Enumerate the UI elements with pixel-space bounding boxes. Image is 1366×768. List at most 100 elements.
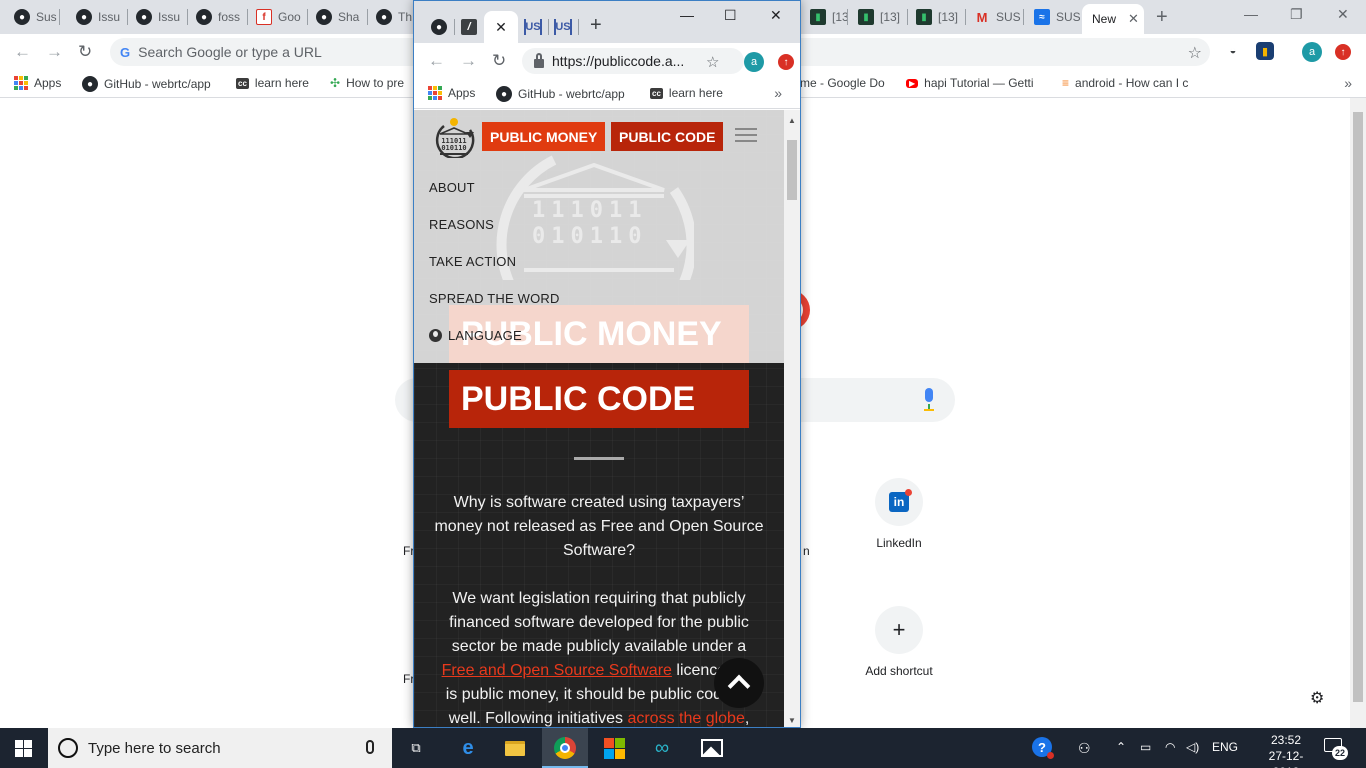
popup-close-window-button[interactable]: ✕: [770, 7, 782, 24]
public-code-button[interactable]: PUBLIC CODE: [611, 122, 724, 151]
popup-minimize-button[interactable]: —: [680, 7, 694, 23]
bg-tab[interactable]: ● Th: [366, 6, 412, 28]
scroll-to-top-button[interactable]: [714, 658, 764, 708]
edge-icon[interactable]: e: [456, 736, 480, 760]
profile-avatar[interactable]: a: [1302, 42, 1322, 62]
bookmark-learn-here[interactable]: cc learn here: [236, 76, 309, 90]
google-g-icon: G: [120, 44, 131, 60]
people-icon[interactable]: ⚇: [1078, 740, 1091, 757]
github-icon: ●: [82, 76, 98, 92]
popup-tab-active[interactable]: ✕: [484, 11, 518, 43]
apps-grid-icon: [428, 86, 442, 100]
bookmarks-overflow-button[interactable]: »: [1344, 75, 1352, 91]
action-center-icon[interactable]: 22: [1322, 736, 1348, 760]
across-the-globe-link[interactable]: across the globe: [627, 710, 744, 727]
bg-tab[interactable]: ● Sus: [4, 6, 60, 28]
close-icon[interactable]: ✕: [1128, 11, 1139, 27]
minimize-button[interactable]: —: [1244, 6, 1258, 22]
back-button[interactable]: ←: [14, 42, 31, 62]
scroll-up-arrow-icon[interactable]: ▲: [788, 116, 796, 125]
popup-maximize-button[interactable]: ☐: [724, 7, 737, 24]
popup-new-tab-button[interactable]: +: [590, 14, 602, 37]
sunglasses-extension-icon[interactable]: ◒: [1224, 42, 1242, 60]
apps-grid-icon: [14, 76, 28, 90]
task-view-icon[interactable]: ⧉: [404, 736, 428, 760]
start-button[interactable]: [15, 740, 32, 757]
wifi-icon[interactable]: ◠: [1165, 740, 1175, 754]
taskbar-mic-icon[interactable]: [366, 740, 374, 754]
bg-tab[interactable]: ● Sha: [306, 6, 368, 28]
hamburger-menu-icon[interactable]: [735, 128, 757, 142]
menu-item-spread-the-word[interactable]: SPREAD THE WORD: [429, 291, 560, 306]
close-tab-icon[interactable]: ✕: [495, 19, 507, 36]
bg-tab[interactable]: ▮[13]: [906, 6, 966, 28]
bg-tab[interactable]: ▮[13]: [800, 6, 848, 28]
taskbar-search-box[interactable]: Type here to search: [48, 728, 392, 768]
bookmark-star-icon[interactable]: ☆: [706, 53, 719, 71]
popup-bookmarks-overflow[interactable]: »: [774, 85, 782, 101]
bg-tab[interactable]: ≈ SUS: [1024, 6, 1080, 28]
scroll-down-arrow-icon[interactable]: ▼: [788, 716, 796, 725]
restore-button[interactable]: ❐: [1290, 6, 1303, 23]
bg-tab[interactable]: f Goo: [246, 6, 308, 28]
popup-profile-avatar[interactable]: a: [744, 52, 764, 72]
infinity-app-icon[interactable]: ∞: [650, 736, 674, 760]
popup-reload-button[interactable]: ↻: [492, 51, 506, 71]
bg-tab[interactable]: ● Issu: [66, 6, 128, 28]
menu-item-language[interactable]: LANGUAGE: [429, 328, 522, 343]
bookmark-android[interactable]: ≡ android - How can I c: [1062, 76, 1188, 90]
menu-item-take-action[interactable]: TAKE ACTION: [429, 254, 516, 269]
bookmark-google-docs[interactable]: me - Google Do: [800, 76, 885, 90]
public-money-button[interactable]: PUBLIC MONEY: [482, 122, 606, 151]
bg-tab-active[interactable]: New ✕: [1082, 4, 1144, 34]
bg-tab[interactable]: ● foss: [186, 6, 248, 28]
bookmark-apps[interactable]: Apps: [14, 76, 61, 90]
menu-item-about[interactable]: ABOUT: [429, 180, 475, 195]
tray-overflow-chevron-icon[interactable]: ⌃: [1116, 740, 1126, 754]
bg-scrollbar[interactable]: [1350, 98, 1366, 728]
volume-icon[interactable]: ◁): [1186, 740, 1199, 754]
popup-back-button[interactable]: ←: [428, 51, 445, 71]
bookmark-learn-here[interactable]: cc learn here: [650, 86, 723, 100]
help-tray-icon[interactable]: ?: [1032, 737, 1054, 759]
chrome-icon[interactable]: [553, 736, 577, 760]
taskbar-clock[interactable]: 23:52 27-12-2018: [1258, 732, 1314, 768]
bookmark-apps[interactable]: Apps: [428, 86, 475, 100]
office-tiles-icon[interactable]: [602, 736, 626, 760]
popup-toolbar: ← → ↻ https://publiccode.a... ☆ a ↑: [414, 43, 800, 79]
photos-icon[interactable]: [700, 736, 724, 760]
new-tab-button[interactable]: +: [1156, 6, 1168, 29]
shortcut-linkedin[interactable]: in LinkedIn: [854, 478, 944, 550]
bookmark-github[interactable]: ● GitHub - webrtc/app: [496, 86, 625, 102]
popup-tab-github[interactable]: ●: [428, 13, 450, 41]
battery-icon[interactable]: ▭: [1140, 740, 1151, 754]
popup-tab-us[interactable]: US: [552, 13, 574, 41]
bookmark-star-icon[interactable]: ☆: [1188, 43, 1202, 63]
add-shortcut-button[interactable]: + Add shortcut: [854, 606, 944, 678]
bookmark-how-to[interactable]: ✣ How to pre: [330, 76, 404, 90]
analytics-extension-icon[interactable]: ▮: [1256, 42, 1274, 60]
customize-gear-icon[interactable]: ⚙: [1310, 688, 1324, 708]
popup-tab-slash[interactable]: /: [458, 13, 480, 41]
page-viewport[interactable]: 111011 010110 111011 010110 PUBLIC MONEY…: [414, 110, 784, 727]
bg-tab[interactable]: M SUS: [964, 6, 1024, 28]
foss-link[interactable]: Free and Open Source Software: [442, 662, 672, 679]
bookmark-hapi[interactable]: ▶ hapi Tutorial — Getti: [906, 76, 1034, 90]
file-explorer-icon[interactable]: [503, 736, 527, 760]
menu-item-reasons[interactable]: REASONS: [429, 217, 494, 232]
bg-tab[interactable]: ▮[13]: [848, 6, 908, 28]
site-logo[interactable]: 111011 010110: [430, 116, 478, 158]
voice-search-icon[interactable]: [922, 388, 936, 412]
bookmark-github[interactable]: ● GitHub - webrtc/app: [82, 76, 211, 92]
github-icon: ●: [136, 9, 152, 25]
update-icon[interactable]: ↑: [1335, 44, 1351, 60]
close-window-button[interactable]: ✕: [1337, 6, 1349, 23]
popup-forward-button[interactable]: →: [460, 51, 477, 71]
language-indicator[interactable]: ENG: [1212, 740, 1238, 754]
forward-button[interactable]: →: [46, 42, 63, 62]
reload-button[interactable]: ↻: [78, 42, 92, 62]
popup-update-icon[interactable]: ↑: [778, 54, 794, 70]
bg-tab[interactable]: ● Issu: [126, 6, 188, 28]
popup-tab-us[interactable]: US: [522, 13, 544, 41]
popup-scrollbar[interactable]: ▲ ▼: [784, 110, 800, 727]
